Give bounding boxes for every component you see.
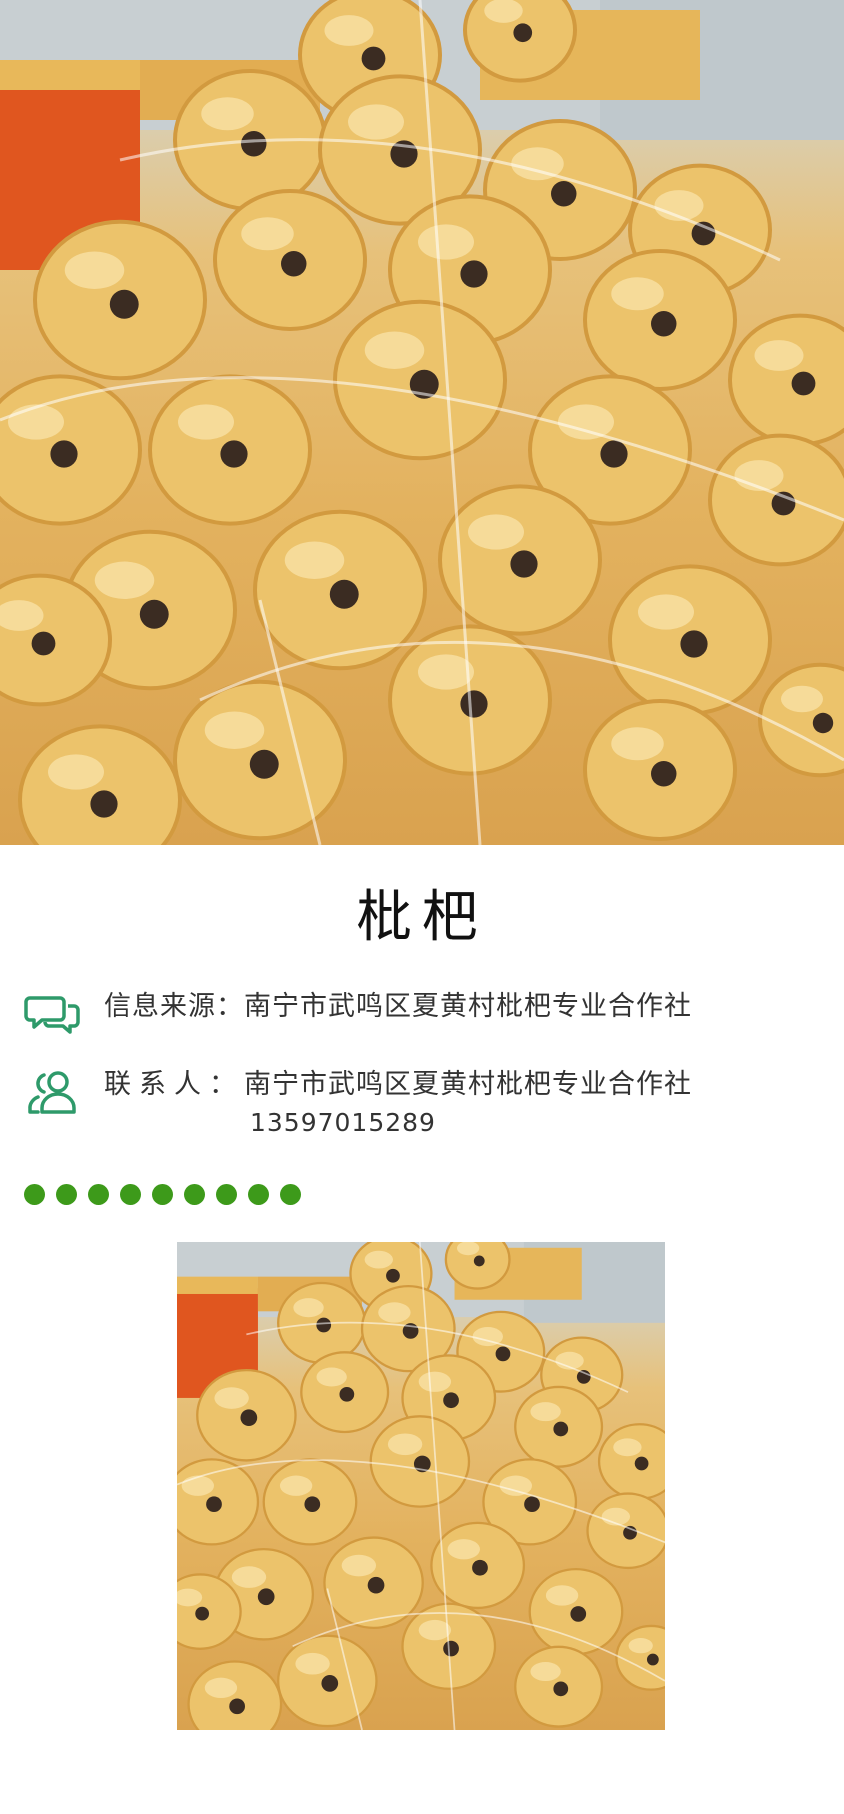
users-icon: [24, 1068, 82, 1116]
divider-dot: [24, 1184, 45, 1205]
contact-phone: 13597015289: [250, 1108, 436, 1137]
info-source-row: 信息来源：南宁市武鸣区夏黄村枇杷专业合作社: [24, 990, 692, 1038]
divider-dot: [56, 1184, 77, 1205]
divider-dot: [88, 1184, 109, 1205]
divider-dot: [120, 1184, 141, 1205]
divider-dot: [184, 1184, 205, 1205]
divider-dot: [248, 1184, 269, 1205]
loquat-photo-icon: [0, 0, 844, 845]
product-title: 枇杷: [356, 885, 488, 950]
contact-label: 联系人：: [104, 1069, 244, 1100]
divider-dot: [152, 1184, 173, 1205]
detail-product-photo: [177, 1242, 665, 1730]
dot-divider: [24, 1184, 301, 1205]
divider-dot: [280, 1184, 301, 1205]
contact-value: 南宁市武鸣区夏黄村枇杷专业合作社: [244, 1069, 692, 1100]
chat-bubbles-icon: [24, 990, 82, 1038]
divider-dot: [216, 1184, 237, 1205]
source-value: 南宁市武鸣区夏黄村枇杷专业合作社: [244, 991, 692, 1022]
hero-product-photo: [0, 0, 844, 845]
loquat-photo-icon: [177, 1242, 665, 1730]
source-label: 信息来源：: [104, 991, 244, 1022]
